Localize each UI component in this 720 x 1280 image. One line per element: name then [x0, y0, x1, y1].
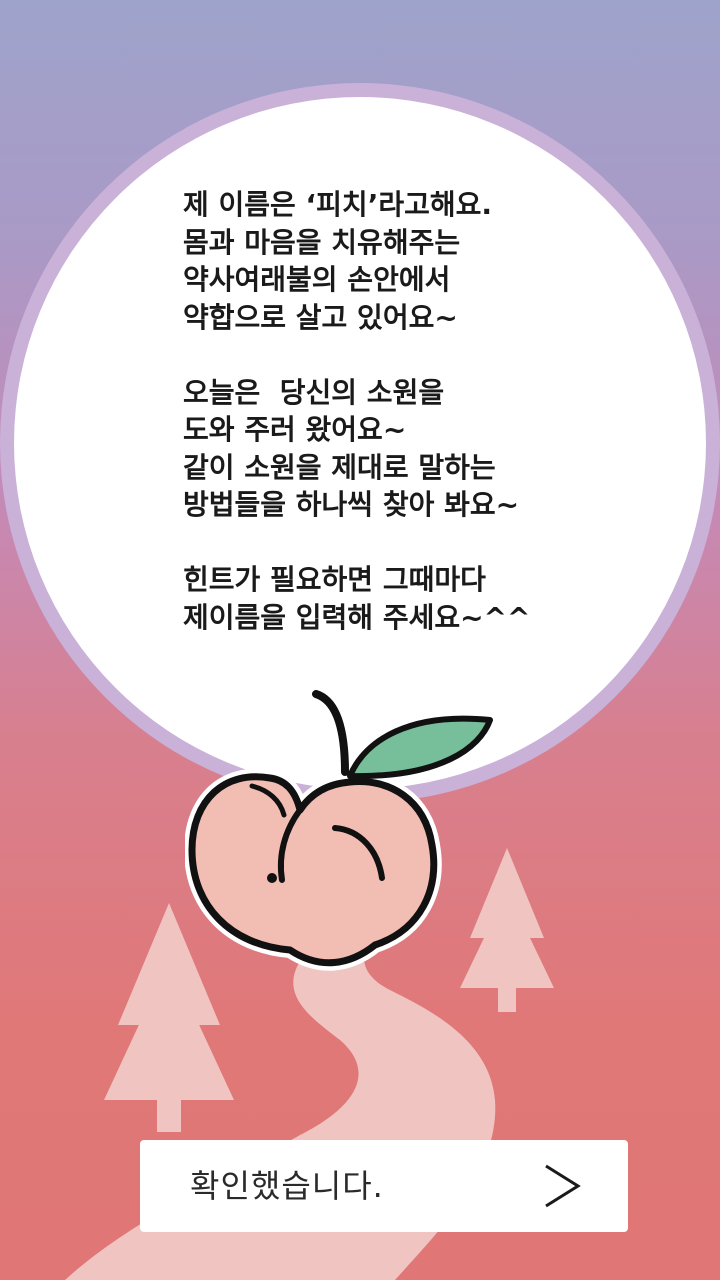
- message-line: 오늘은 당신의 소원을: [183, 375, 445, 409]
- chevron-right-icon: [545, 1164, 581, 1208]
- message-line: 방법들을 하나씩 찾아 봐요~: [183, 488, 520, 521]
- peach-mascot-icon: [185, 690, 493, 971]
- message-line: 같이 소원을 제대로 말하는: [183, 450, 496, 484]
- peach-leaf: [347, 715, 493, 780]
- message-line: 약합으로 살고 있어요~: [183, 300, 458, 334]
- peach-stem: [312, 690, 349, 776]
- intro-screen: 제 이름은 ‘피치’라고해요. 몸과 마음을 치유해주는 약사여래불의 손안에서…: [0, 0, 720, 1280]
- confirm-button[interactable]: 확인했습니다.: [140, 1140, 628, 1232]
- intro-message: 제 이름은 ‘피치’라고해요. 몸과 마음을 치유해주는 약사여래불의 손안에서…: [183, 186, 603, 636]
- confirm-label: 확인했습니다.: [190, 1167, 384, 1205]
- message-line: 도와 주러 왔어요~: [183, 413, 407, 446]
- message-line: 제 이름은 ‘피치’라고해요.: [183, 188, 493, 221]
- message-line: 힌트가 필요하면 그때마다: [183, 563, 486, 596]
- message-line: 제이름을 입력해 주세요~^^: [183, 600, 531, 634]
- message-line: 약사여래불의 손안에서: [183, 263, 451, 296]
- message-line: 몸과 마음을 치유해주는: [183, 225, 461, 259]
